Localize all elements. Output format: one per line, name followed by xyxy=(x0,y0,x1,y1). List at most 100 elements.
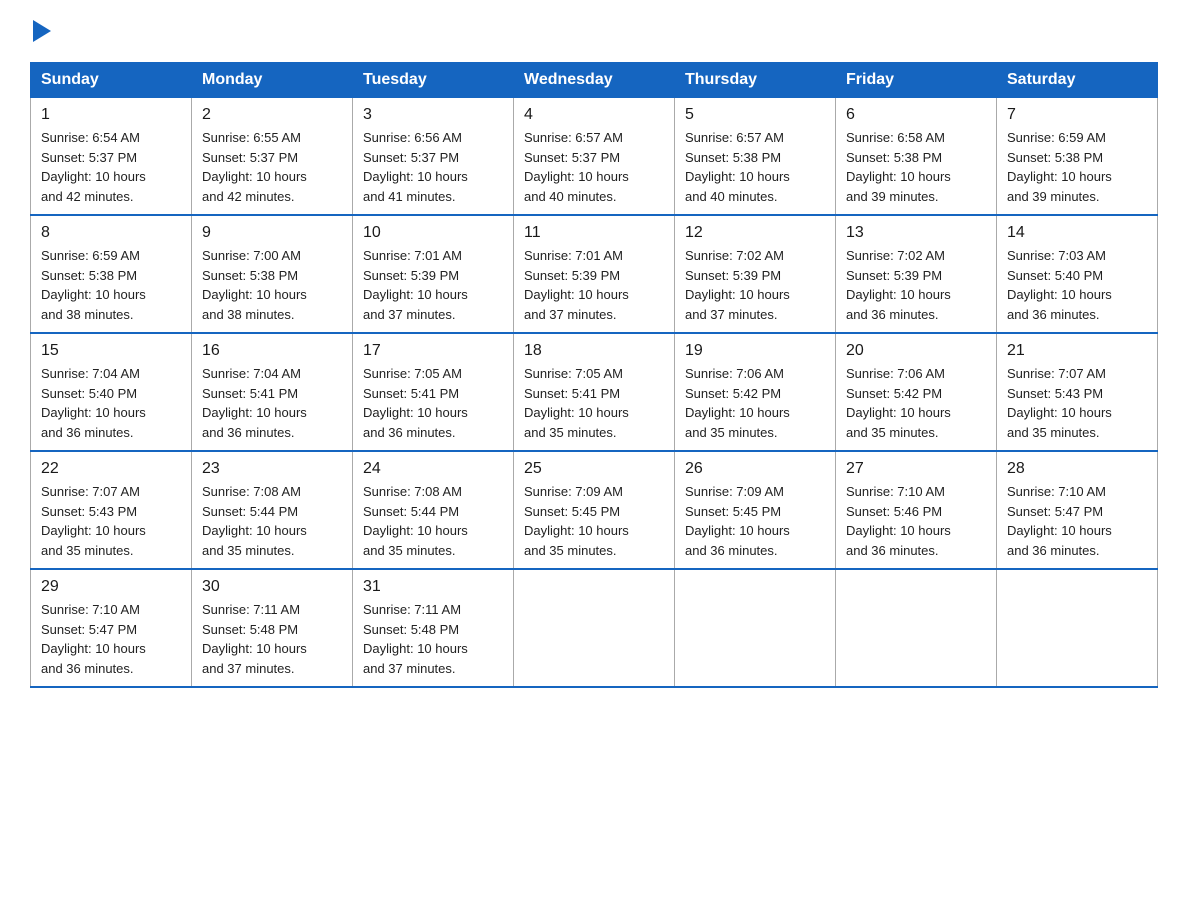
day-info: Sunrise: 7:02 AM Sunset: 5:39 PM Dayligh… xyxy=(846,246,986,324)
calendar-cell: 12 Sunrise: 7:02 AM Sunset: 5:39 PM Dayl… xyxy=(675,215,836,333)
day-info: Sunrise: 7:10 AM Sunset: 5:47 PM Dayligh… xyxy=(1007,482,1147,560)
day-info: Sunrise: 6:54 AM Sunset: 5:37 PM Dayligh… xyxy=(41,128,181,206)
day-info: Sunrise: 6:59 AM Sunset: 5:38 PM Dayligh… xyxy=(1007,128,1147,206)
day-info: Sunrise: 6:57 AM Sunset: 5:38 PM Dayligh… xyxy=(685,128,825,206)
day-info: Sunrise: 7:10 AM Sunset: 5:47 PM Dayligh… xyxy=(41,600,181,678)
calendar-cell: 18 Sunrise: 7:05 AM Sunset: 5:41 PM Dayl… xyxy=(514,333,675,451)
column-header-thursday: Thursday xyxy=(675,63,836,98)
calendar-cell: 5 Sunrise: 6:57 AM Sunset: 5:38 PM Dayli… xyxy=(675,98,836,216)
day-info: Sunrise: 7:11 AM Sunset: 5:48 PM Dayligh… xyxy=(363,600,503,678)
day-info: Sunrise: 7:04 AM Sunset: 5:41 PM Dayligh… xyxy=(202,364,342,442)
calendar-cell xyxy=(997,569,1158,687)
day-info: Sunrise: 7:07 AM Sunset: 5:43 PM Dayligh… xyxy=(1007,364,1147,442)
calendar-cell: 23 Sunrise: 7:08 AM Sunset: 5:44 PM Dayl… xyxy=(192,451,353,569)
column-header-sunday: Sunday xyxy=(31,63,192,98)
calendar-cell: 17 Sunrise: 7:05 AM Sunset: 5:41 PM Dayl… xyxy=(353,333,514,451)
day-number: 21 xyxy=(1007,342,1147,360)
day-number: 19 xyxy=(685,342,825,360)
calendar-cell: 13 Sunrise: 7:02 AM Sunset: 5:39 PM Dayl… xyxy=(836,215,997,333)
day-info: Sunrise: 7:05 AM Sunset: 5:41 PM Dayligh… xyxy=(524,364,664,442)
calendar-week-row: 29 Sunrise: 7:10 AM Sunset: 5:47 PM Dayl… xyxy=(31,569,1158,687)
day-info: Sunrise: 7:09 AM Sunset: 5:45 PM Dayligh… xyxy=(685,482,825,560)
day-number: 10 xyxy=(363,224,503,242)
day-number: 9 xyxy=(202,224,342,242)
day-number: 13 xyxy=(846,224,986,242)
calendar-cell: 22 Sunrise: 7:07 AM Sunset: 5:43 PM Dayl… xyxy=(31,451,192,569)
calendar-cell: 7 Sunrise: 6:59 AM Sunset: 5:38 PM Dayli… xyxy=(997,98,1158,216)
day-info: Sunrise: 7:03 AM Sunset: 5:40 PM Dayligh… xyxy=(1007,246,1147,324)
day-number: 22 xyxy=(41,460,181,478)
day-number: 12 xyxy=(685,224,825,242)
calendar-header: SundayMondayTuesdayWednesdayThursdayFrid… xyxy=(31,63,1158,98)
calendar-cell: 26 Sunrise: 7:09 AM Sunset: 5:45 PM Dayl… xyxy=(675,451,836,569)
day-number: 23 xyxy=(202,460,342,478)
calendar-cell: 4 Sunrise: 6:57 AM Sunset: 5:37 PM Dayli… xyxy=(514,98,675,216)
calendar-table: SundayMondayTuesdayWednesdayThursdayFrid… xyxy=(30,62,1158,688)
calendar-cell: 6 Sunrise: 6:58 AM Sunset: 5:38 PM Dayli… xyxy=(836,98,997,216)
day-info: Sunrise: 6:55 AM Sunset: 5:37 PM Dayligh… xyxy=(202,128,342,206)
day-number: 16 xyxy=(202,342,342,360)
day-number: 5 xyxy=(685,106,825,124)
day-number: 6 xyxy=(846,106,986,124)
calendar-cell: 8 Sunrise: 6:59 AM Sunset: 5:38 PM Dayli… xyxy=(31,215,192,333)
day-info: Sunrise: 7:08 AM Sunset: 5:44 PM Dayligh… xyxy=(202,482,342,560)
header-row: SundayMondayTuesdayWednesdayThursdayFrid… xyxy=(31,63,1158,98)
column-header-friday: Friday xyxy=(836,63,997,98)
day-number: 25 xyxy=(524,460,664,478)
day-number: 14 xyxy=(1007,224,1147,242)
day-number: 3 xyxy=(363,106,503,124)
day-info: Sunrise: 6:58 AM Sunset: 5:38 PM Dayligh… xyxy=(846,128,986,206)
column-header-wednesday: Wednesday xyxy=(514,63,675,98)
day-info: Sunrise: 7:05 AM Sunset: 5:41 PM Dayligh… xyxy=(363,364,503,442)
day-number: 17 xyxy=(363,342,503,360)
day-info: Sunrise: 7:10 AM Sunset: 5:46 PM Dayligh… xyxy=(846,482,986,560)
calendar-cell: 10 Sunrise: 7:01 AM Sunset: 5:39 PM Dayl… xyxy=(353,215,514,333)
calendar-cell: 21 Sunrise: 7:07 AM Sunset: 5:43 PM Dayl… xyxy=(997,333,1158,451)
day-number: 20 xyxy=(846,342,986,360)
day-number: 1 xyxy=(41,106,181,124)
logo-arrow-icon xyxy=(33,20,51,42)
day-number: 27 xyxy=(846,460,986,478)
calendar-week-row: 1 Sunrise: 6:54 AM Sunset: 5:37 PM Dayli… xyxy=(31,98,1158,216)
calendar-body: 1 Sunrise: 6:54 AM Sunset: 5:37 PM Dayli… xyxy=(31,98,1158,688)
day-number: 2 xyxy=(202,106,342,124)
logo xyxy=(30,20,52,42)
calendar-cell: 31 Sunrise: 7:11 AM Sunset: 5:48 PM Dayl… xyxy=(353,569,514,687)
day-info: Sunrise: 7:07 AM Sunset: 5:43 PM Dayligh… xyxy=(41,482,181,560)
day-number: 28 xyxy=(1007,460,1147,478)
calendar-cell: 1 Sunrise: 6:54 AM Sunset: 5:37 PM Dayli… xyxy=(31,98,192,216)
day-info: Sunrise: 7:00 AM Sunset: 5:38 PM Dayligh… xyxy=(202,246,342,324)
calendar-cell: 15 Sunrise: 7:04 AM Sunset: 5:40 PM Dayl… xyxy=(31,333,192,451)
day-number: 31 xyxy=(363,578,503,596)
calendar-cell: 11 Sunrise: 7:01 AM Sunset: 5:39 PM Dayl… xyxy=(514,215,675,333)
calendar-cell xyxy=(675,569,836,687)
calendar-cell: 20 Sunrise: 7:06 AM Sunset: 5:42 PM Dayl… xyxy=(836,333,997,451)
day-info: Sunrise: 6:56 AM Sunset: 5:37 PM Dayligh… xyxy=(363,128,503,206)
day-info: Sunrise: 7:01 AM Sunset: 5:39 PM Dayligh… xyxy=(363,246,503,324)
day-number: 29 xyxy=(41,578,181,596)
calendar-week-row: 15 Sunrise: 7:04 AM Sunset: 5:40 PM Dayl… xyxy=(31,333,1158,451)
day-info: Sunrise: 7:11 AM Sunset: 5:48 PM Dayligh… xyxy=(202,600,342,678)
calendar-week-row: 22 Sunrise: 7:07 AM Sunset: 5:43 PM Dayl… xyxy=(31,451,1158,569)
calendar-cell xyxy=(514,569,675,687)
calendar-cell: 9 Sunrise: 7:00 AM Sunset: 5:38 PM Dayli… xyxy=(192,215,353,333)
day-info: Sunrise: 7:09 AM Sunset: 5:45 PM Dayligh… xyxy=(524,482,664,560)
day-info: Sunrise: 7:08 AM Sunset: 5:44 PM Dayligh… xyxy=(363,482,503,560)
day-number: 4 xyxy=(524,106,664,124)
day-info: Sunrise: 6:59 AM Sunset: 5:38 PM Dayligh… xyxy=(41,246,181,324)
column-header-tuesday: Tuesday xyxy=(353,63,514,98)
day-number: 26 xyxy=(685,460,825,478)
day-number: 8 xyxy=(41,224,181,242)
day-info: Sunrise: 7:06 AM Sunset: 5:42 PM Dayligh… xyxy=(846,364,986,442)
calendar-cell: 27 Sunrise: 7:10 AM Sunset: 5:46 PM Dayl… xyxy=(836,451,997,569)
day-number: 18 xyxy=(524,342,664,360)
calendar-cell: 19 Sunrise: 7:06 AM Sunset: 5:42 PM Dayl… xyxy=(675,333,836,451)
page-header xyxy=(30,20,1158,42)
calendar-cell: 16 Sunrise: 7:04 AM Sunset: 5:41 PM Dayl… xyxy=(192,333,353,451)
day-number: 11 xyxy=(524,224,664,242)
column-header-saturday: Saturday xyxy=(997,63,1158,98)
day-info: Sunrise: 7:06 AM Sunset: 5:42 PM Dayligh… xyxy=(685,364,825,442)
day-info: Sunrise: 7:04 AM Sunset: 5:40 PM Dayligh… xyxy=(41,364,181,442)
calendar-cell xyxy=(836,569,997,687)
calendar-cell: 25 Sunrise: 7:09 AM Sunset: 5:45 PM Dayl… xyxy=(514,451,675,569)
